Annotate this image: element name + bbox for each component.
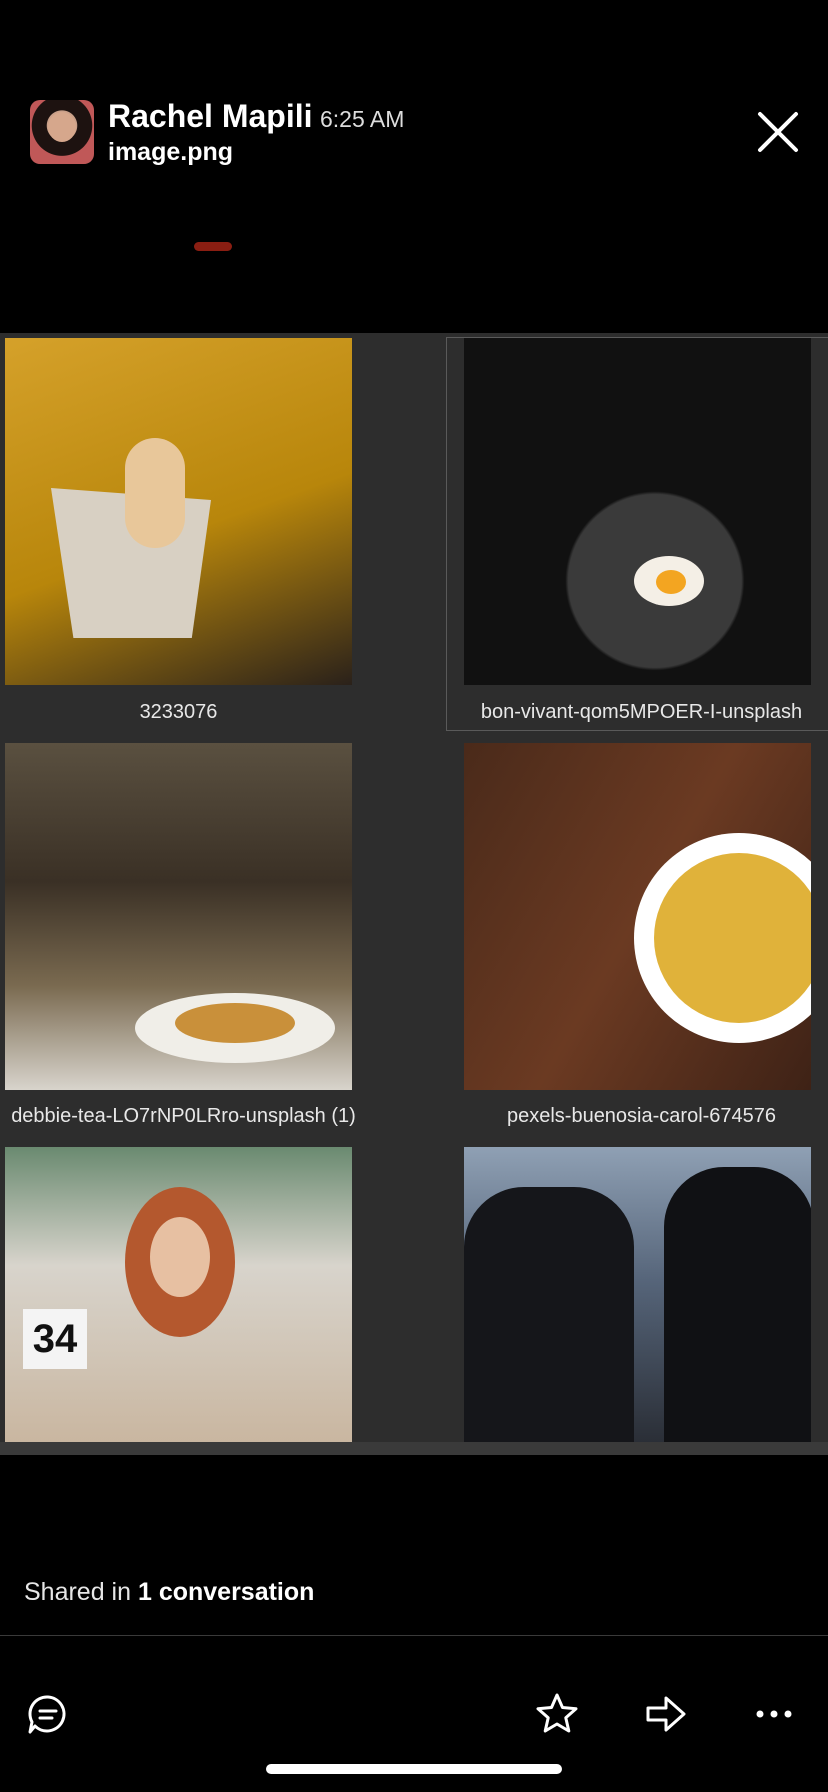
divider	[0, 1635, 828, 1636]
viewer-header: Rachel Mapili 6:25 AM image.png	[0, 0, 828, 200]
star-icon	[536, 1693, 578, 1733]
shared-info[interactable]: Shared in 1 conversation	[24, 1578, 314, 1607]
tile-caption: debbie-tea-LO7rNP0LRro-unsplash (1)	[11, 1105, 356, 1127]
file-name: image.png	[108, 138, 234, 166]
shared-prefix: Shared in	[24, 1578, 138, 1606]
photo-thumbnail	[5, 743, 352, 1090]
more-icon	[756, 1710, 792, 1718]
more-button[interactable]	[752, 1692, 796, 1736]
share-button[interactable]	[644, 1692, 688, 1736]
shared-count: 1 conversation	[137, 1578, 315, 1606]
timestamp: 6:25 AM	[320, 106, 405, 132]
close-button[interactable]	[756, 110, 800, 154]
avatar[interactable]	[30, 100, 94, 164]
star-button[interactable]	[535, 1692, 579, 1736]
close-icon	[758, 112, 798, 152]
photo-thumbnail	[5, 338, 352, 685]
sender-name[interactable]: Rachel Mapili	[108, 98, 313, 135]
photo-thumbnail: 34	[5, 1147, 352, 1443]
comment-icon	[28, 1695, 66, 1734]
tile-caption: bon-vivant-qom5MPOER-I-unsplash	[480, 701, 803, 723]
share-icon	[646, 1696, 686, 1732]
image-preview[interactable]: 3233076 bon-vivant-qom5MPOER-I-unsplash …	[0, 333, 828, 1455]
home-indicator[interactable]	[266, 1764, 562, 1774]
tile-caption: 3233076	[139, 701, 218, 723]
preview-edge	[0, 1442, 828, 1455]
comment-button[interactable]	[26, 1692, 70, 1736]
photo-thumbnail	[464, 743, 811, 1090]
image-edge-fragment	[194, 242, 232, 251]
photo-thumbnail	[464, 338, 811, 685]
photo-thumbnail	[464, 1147, 811, 1443]
tile-caption: pexels-buenosia-carol-674576	[506, 1105, 777, 1127]
table-number-sign: 34	[23, 1309, 87, 1369]
